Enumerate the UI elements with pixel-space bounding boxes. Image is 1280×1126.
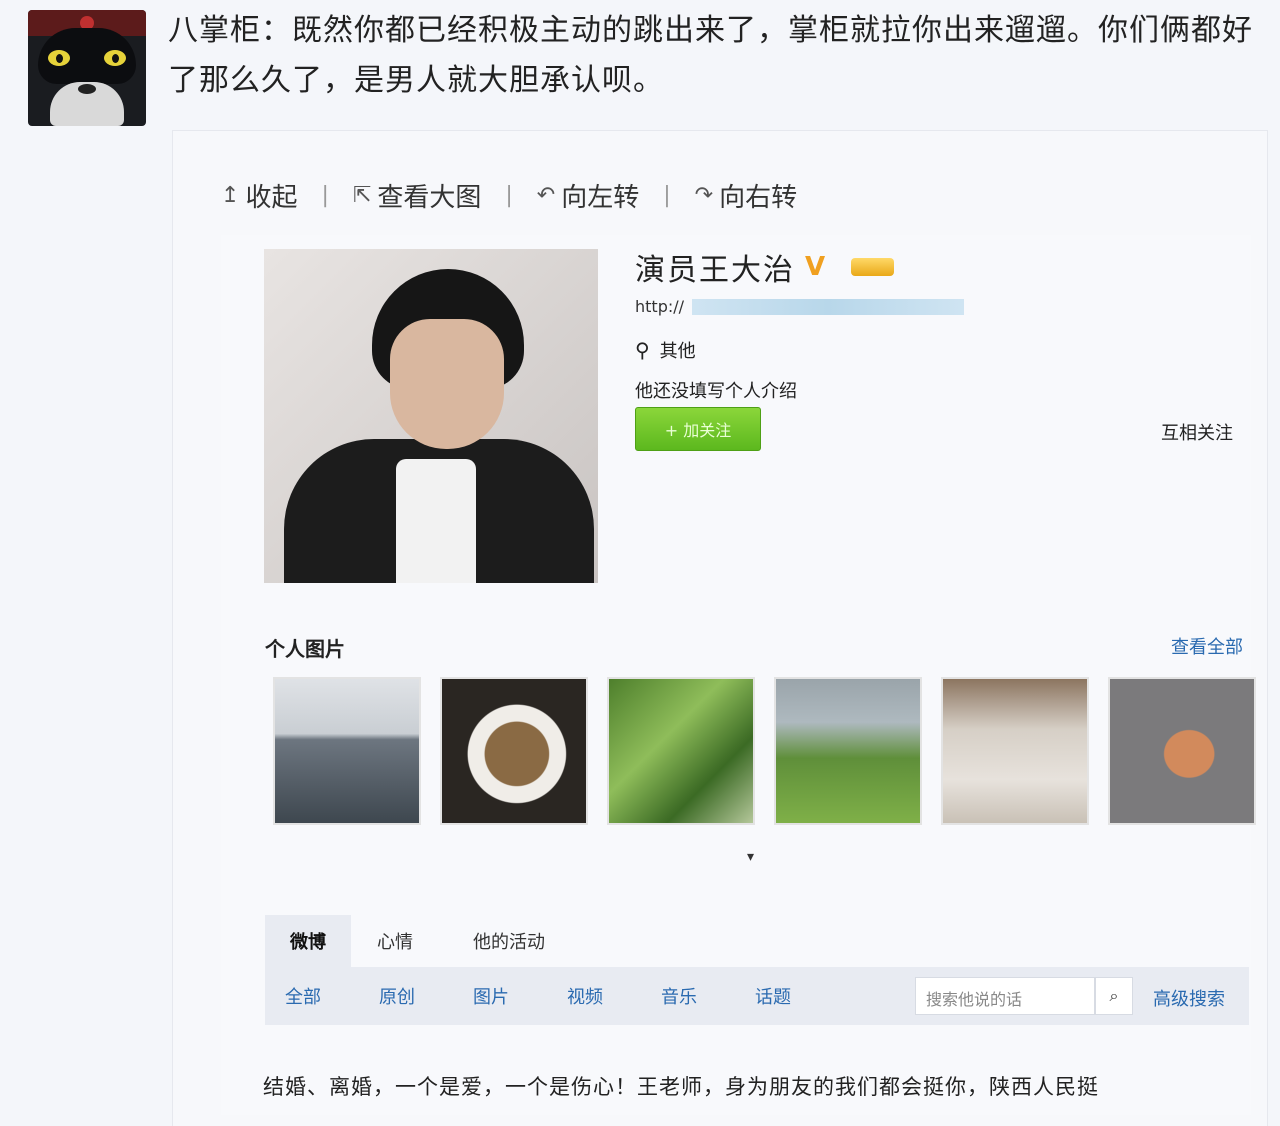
filter-video[interactable]: 视频 [567,983,603,1009]
profile-screenshot: 演员王大治 V http:// ⚲ 其他 他还没填写个人介绍 + 加关注 互相关… [221,235,1256,1115]
right-eye [104,50,126,66]
collapse-label: 收起 [245,182,298,213]
collapse-icon: ↥ [221,182,240,208]
expand-icon: ⇱ [352,182,372,208]
rotate-left-label: 向左转 [561,182,640,213]
toolbar-separator: | [663,182,671,208]
view-large-button[interactable]: ⇱ 查看大图 [353,177,481,214]
filter-music[interactable]: 音乐 [661,983,697,1009]
filter-bar: 全部 原创 图片 视频 音乐 话题 搜索他说的话 ⌕ 高级搜索 [265,967,1249,1025]
view-large-label: 查看大图 [377,182,482,213]
rotate-left-button[interactable]: ↶ 向左转 [537,177,639,214]
photo-thumbnail-sea[interactable] [273,677,421,825]
search-icon[interactable]: ⌕ [1095,977,1133,1015]
post-text: 八掌柜：既然你都已经积极主动的跳出来了，掌柜就拉你出来遛遛。你们俩都好了那么久了… [168,13,1253,98]
follow-button[interactable]: + 加关注 [635,407,761,451]
tab-weibo[interactable]: 微博 [265,915,351,967]
filter-original[interactable]: 原创 [379,983,415,1009]
photo-thumbnail-reeds[interactable] [774,677,922,825]
left-eye [48,50,70,66]
profile-intro: 他还没填写个人介绍 [635,381,797,402]
profile-photo[interactable] [264,249,598,583]
search-input[interactable]: 搜索他说的话 [915,977,1095,1015]
profile-url-prefix: http:// [635,297,685,316]
filter-all[interactable]: 全部 [285,983,321,1009]
rotate-left-icon: ↶ [536,182,556,208]
toolbar-separator: | [321,182,329,208]
expanded-image-card: ↥ 收起 | ⇱ 查看大图 | ↶ 向左转 | ↷ 向右转 演员王大治 V ht… [172,130,1268,1126]
weibo-post-text: 结婚、离婚，一个是爱，一个是伤心！王老师，身为朋友的我们都会挺你，陕西人民挺 [263,1075,1099,1099]
profile-url[interactable]: http:// [635,297,965,316]
photo-thumbnail-cup[interactable] [440,677,588,825]
image-toolbar: ↥ 收起 | ⇱ 查看大图 | ↶ 向左转 | ↷ 向右转 [221,175,797,215]
photo-thumbnail-object[interactable] [1108,677,1256,825]
pin-icon: ⚲ [635,338,650,362]
nose-shape [78,84,96,94]
rotate-right-icon: ↷ [694,182,714,208]
filter-images[interactable]: 图片 [473,983,509,1009]
profile-location: ⚲ 其他 [635,337,696,363]
advanced-search-link[interactable]: 高级搜索 [1153,985,1225,1011]
profile-name: 演员王大治 [635,253,795,288]
toolbar-separator: | [505,182,513,208]
follow-label: + 加关注 [664,421,732,440]
location-text: 其他 [659,341,696,362]
photo-thumbnail-room[interactable] [941,677,1089,825]
photo-thumbnails [273,677,1256,825]
vip-badge-icon [851,258,895,276]
rotate-right-label: 向右转 [719,182,798,213]
verified-icon: V [805,252,826,282]
profile-tabs: 微博 心情 他的活动 [265,915,579,967]
tab-mood[interactable]: 心情 [351,915,439,967]
rotate-right-button[interactable]: ↷ 向右转 [695,177,797,214]
filter-topics[interactable]: 话题 [755,983,791,1009]
url-redacted [692,298,965,315]
collapse-button[interactable]: ↥ 收起 [221,177,297,214]
commenter-avatar[interactable] [28,10,146,126]
view-all-photos-link[interactable]: 查看全部 [1171,633,1243,659]
mutual-follow-link[interactable]: 互相关注 [1161,419,1233,445]
caret-down-icon: ▾ [747,849,755,865]
photos-section-title: 个人图片 [265,637,345,661]
photo-thumbnail-grass[interactable] [607,677,755,825]
profile-name-row: 演员王大治 V [635,245,895,289]
tab-activity[interactable]: 他的活动 [439,915,579,967]
